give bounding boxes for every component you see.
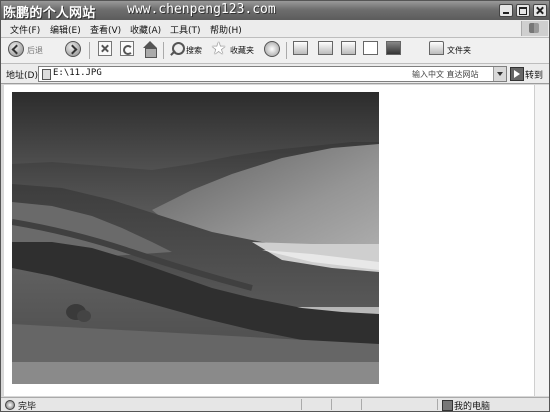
toolbar-separator xyxy=(163,42,164,59)
address-dropdown-arrow-icon[interactable] xyxy=(493,67,506,81)
edit-icon[interactable] xyxy=(341,41,356,55)
address-input[interactable]: E:\11.JPG 输入中文 直达网站 xyxy=(38,66,507,82)
stop-icon[interactable] xyxy=(98,41,112,56)
favorites-button-label[interactable]: 收藏夹 xyxy=(230,45,254,56)
status-zone: 我的电脑 xyxy=(454,402,491,412)
window-title: 陈鹏的个人网站 xyxy=(3,6,96,21)
print-icon[interactable] xyxy=(318,41,333,55)
discuss-icon[interactable] xyxy=(363,41,378,55)
landscape-photo xyxy=(12,92,379,384)
folder-icon[interactable] xyxy=(429,41,444,55)
address-bar: 地址(D) E:\11.JPG 输入中文 直达网站 转到 xyxy=(1,64,549,84)
status-divider xyxy=(437,399,438,410)
vertical-scrollbar[interactable] xyxy=(534,85,549,396)
windows-logo-icon xyxy=(521,21,548,36)
close-button[interactable] xyxy=(533,4,547,17)
file-icon xyxy=(42,69,51,80)
title-bar[interactable]: 陈鹏的个人网站 www.chenpeng123.com xyxy=(1,1,549,21)
back-icon[interactable] xyxy=(8,41,24,57)
search-icon[interactable] xyxy=(168,41,185,59)
home-icon[interactable] xyxy=(142,41,158,58)
research-icon[interactable] xyxy=(407,41,422,55)
address-label: 地址(D) xyxy=(6,71,38,81)
browser-window: 陈鹏的个人网站 www.chenpeng123.com 文件(F) 编辑(E) … xyxy=(0,0,550,412)
menu-help[interactable]: 帮助(H) xyxy=(210,23,242,36)
toolbar: 后退 搜索 ★ 收藏夹 文件夹 xyxy=(1,38,549,64)
menu-view[interactable]: 查看(V) xyxy=(90,23,121,36)
my-computer-icon xyxy=(442,400,453,411)
address-hint: 输入中文 直达网站 xyxy=(412,70,479,79)
folders-button-label[interactable]: 文件夹 xyxy=(447,45,471,56)
minimize-button[interactable] xyxy=(499,4,513,17)
refresh-icon[interactable] xyxy=(120,41,134,56)
back-button-label[interactable]: 后退 xyxy=(27,45,43,56)
menu-tools[interactable]: 工具(T) xyxy=(170,23,201,36)
mail-icon[interactable] xyxy=(293,41,308,55)
address-value[interactable]: E:\11.JPG xyxy=(53,68,102,78)
status-divider xyxy=(301,399,302,410)
status-divider xyxy=(361,399,362,410)
favorites-star-icon[interactable]: ★ xyxy=(211,41,226,59)
status-text: 完毕 xyxy=(18,402,37,412)
search-button-label[interactable]: 搜索 xyxy=(186,45,202,56)
page-content xyxy=(4,85,534,396)
toolbar-separator xyxy=(89,42,90,59)
menu-file[interactable]: 文件(F) xyxy=(10,23,40,36)
messenger-icon[interactable] xyxy=(386,41,401,55)
window-url-caption: www.chenpeng123.com xyxy=(127,2,276,17)
menu-bar: 文件(F) 编辑(E) 查看(V) 收藏(A) 工具(T) 帮助(H) xyxy=(1,20,549,38)
go-arrow-icon[interactable] xyxy=(510,67,524,81)
status-bar: 完毕 我的电脑 xyxy=(1,397,549,412)
go-button-label[interactable]: 转到 xyxy=(525,68,543,81)
done-icon xyxy=(5,400,15,410)
menu-edit[interactable]: 编辑(E) xyxy=(50,23,81,36)
menu-favorites[interactable]: 收藏(A) xyxy=(130,23,161,36)
media-icon[interactable] xyxy=(264,41,280,57)
status-divider xyxy=(331,399,332,410)
maximize-button[interactable] xyxy=(516,4,530,17)
forward-icon[interactable] xyxy=(65,41,81,57)
toolbar-separator xyxy=(286,42,287,59)
